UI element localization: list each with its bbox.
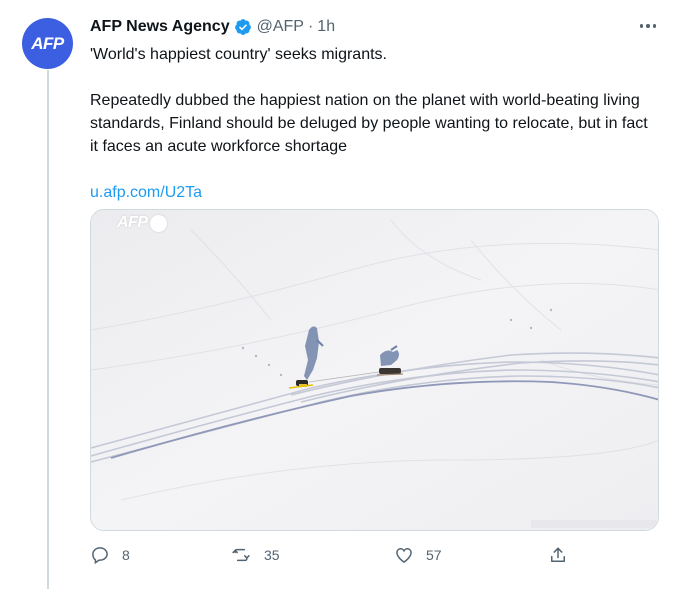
separator-dot: ·	[307, 18, 314, 35]
reply-count: 8	[122, 547, 130, 563]
like-count: 57	[426, 547, 442, 563]
heart-icon	[394, 545, 414, 565]
thread-line	[47, 70, 49, 589]
snow-landscape-image	[91, 210, 658, 530]
tweet-body: Repeatedly dubbed the happiest nation on…	[90, 92, 648, 155]
tweet-media-image[interactable]: AFP	[90, 209, 659, 531]
retweet-count: 35	[264, 547, 280, 563]
retweet-button[interactable]: 35	[230, 542, 280, 568]
tweet-header: AFP News Agency @AFP · 1h	[90, 14, 660, 40]
share-icon	[548, 545, 568, 565]
afp-watermark-logo: AFP	[117, 214, 167, 232]
verified-badge-icon	[234, 18, 252, 36]
reply-button[interactable]: 8	[90, 542, 130, 568]
share-button[interactable]	[548, 542, 568, 568]
avatar-logo-text: AFP	[31, 33, 64, 53]
author-name[interactable]: AFP News Agency	[90, 18, 230, 36]
tweet-content: AFP News Agency @AFP · 1h 'World's happi…	[90, 14, 660, 204]
tweet-link[interactable]: u.afp.com/U2Ta	[90, 181, 660, 204]
retweet-icon	[230, 545, 252, 565]
avatar[interactable]: AFP	[22, 18, 73, 69]
tweet[interactable]: AFP AFP News Agency @AFP · 1h 'World's h…	[0, 0, 698, 589]
like-button[interactable]: 57	[394, 542, 442, 568]
tweet-headline: 'World's happiest country' seeks migrant…	[90, 46, 387, 63]
watermark-text: AFP	[117, 214, 148, 231]
author-handle[interactable]: @AFP	[257, 18, 304, 36]
reply-icon	[90, 545, 110, 565]
tweet-actions: 8 35 57	[90, 542, 580, 568]
tweet-timestamp[interactable]: 1h	[317, 18, 335, 36]
